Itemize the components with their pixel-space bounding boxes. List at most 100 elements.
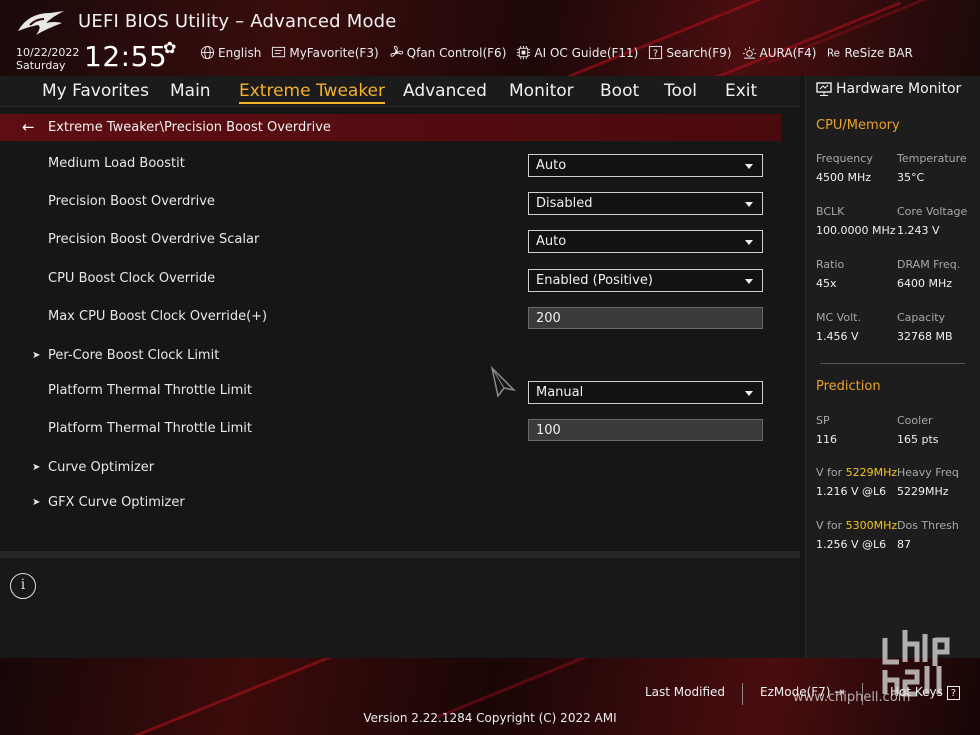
ai-chip-icon — [517, 45, 531, 60]
hm-value: 4500 MHz — [816, 171, 872, 184]
resize-bar-icon: Re — [827, 47, 840, 59]
aura-light-icon — [742, 46, 756, 59]
ai-oc-label: AI OC Guide(F11) — [534, 45, 639, 60]
clock: 12:55 — [84, 40, 168, 73]
qfan-control-button[interactable]: Qfan Control(F6) — [389, 45, 507, 60]
dropdown-arrow-icon — [745, 164, 753, 169]
setting-label: Platform Thermal Throttle Limit — [48, 421, 252, 436]
dropdown-value: Auto — [536, 234, 567, 249]
divider — [0, 551, 800, 558]
hm-freq-highlight: 5229MHz — [845, 466, 898, 479]
hardware-monitor-title: Hardware Monitor — [816, 81, 961, 97]
hm-label: Frequency — [816, 152, 873, 165]
resize-bar-button[interactable]: Re ReSize BAR — [826, 45, 912, 60]
dropdown-value: Disabled — [536, 196, 593, 211]
submenu-arrow-icon: ➤ — [32, 350, 41, 361]
search-label: Search(F9) — [666, 45, 732, 60]
hm-value: 35°C — [897, 171, 925, 184]
qfan-label: Qfan Control(F6) — [406, 45, 507, 60]
hm-label: MC Volt. — [816, 311, 861, 324]
prediction-heading: Prediction — [816, 379, 881, 394]
setting-label: Precision Boost Overdrive Scalar — [48, 232, 260, 247]
dropdown-arrow-icon — [745, 279, 753, 284]
hm-label: DRAM Freq. — [897, 258, 961, 271]
hm-label: V for 5229MHz — [816, 466, 897, 479]
tab-my-favorites[interactable]: My Favorites — [42, 81, 149, 101]
hm-value: 116 — [816, 433, 837, 446]
aura-button[interactable]: AURA(F4) — [742, 45, 816, 60]
hm-label: Capacity — [897, 311, 946, 324]
platform-thermal-throttle-dropdown[interactable]: Manual — [528, 381, 763, 404]
back-arrow-icon[interactable]: ← — [22, 118, 35, 136]
hm-label: Cooler — [897, 414, 933, 427]
top-bar: UEFI BIOS Utility – Advanced Mode 10/22/… — [0, 0, 980, 76]
setting-label: Medium Load Boostit — [48, 156, 185, 171]
hm-value: 87 — [897, 538, 911, 551]
app-title: UEFI BIOS Utility – Advanced Mode — [78, 11, 397, 32]
toolbar: English MyFavorite(F3) Qfan Control(F6) … — [200, 45, 923, 60]
hm-value: 1.256 V @L6 — [816, 538, 887, 551]
date-display: 10/22/2022 Saturday — [16, 46, 79, 72]
setting-label: CPU Boost Clock Override — [48, 271, 216, 286]
chiphell-watermark-logo — [882, 630, 950, 697]
cpu-boost-clock-override-dropdown[interactable]: Enabled (Positive) — [528, 269, 763, 292]
dropdown-value: Manual — [536, 385, 584, 400]
watermark-text: www.chiphell.com — [793, 690, 911, 705]
ai-oc-guide-button[interactable]: AI OC Guide(F11) — [516, 45, 638, 60]
rog-logo-icon — [18, 11, 64, 35]
hm-label-prefix: V for — [816, 519, 846, 532]
fan-icon — [390, 45, 403, 57]
hm-value: 1.216 V @L6 — [816, 485, 887, 498]
breadcrumb: ← Extreme Tweaker\Precision Boost Overdr… — [0, 114, 781, 141]
tab-boot[interactable]: Boot — [600, 81, 639, 101]
search-button[interactable]: ? Search(F9) — [648, 45, 732, 60]
last-modified-button[interactable]: Last Modified — [645, 685, 725, 699]
tab-advanced[interactable]: Advanced — [403, 81, 487, 101]
weekday-text: Saturday — [16, 59, 66, 72]
gear-icon[interactable]: ✿ — [163, 38, 176, 57]
language-label: English — [218, 45, 262, 60]
date-text: 10/22/2022 — [16, 46, 80, 59]
mouse-cursor-icon — [490, 366, 516, 398]
per-core-boost-clock-limit-link[interactable]: Per-Core Boost Clock Limit — [48, 348, 219, 363]
hm-value: 6400 MHz — [897, 277, 953, 290]
hm-value: 100.0000 MHz — [816, 224, 896, 237]
favorite-icon — [272, 46, 286, 58]
hm-label: Dos Thresh — [897, 519, 959, 532]
medium-load-boostit-dropdown[interactable]: Auto — [528, 154, 763, 177]
hm-label: Heavy Freq — [897, 466, 959, 479]
pbo-dropdown[interactable]: Disabled — [528, 192, 763, 215]
submenu-arrow-icon: ➤ — [32, 462, 41, 473]
tab-main[interactable]: Main — [170, 81, 211, 101]
hm-label: Ratio — [816, 258, 845, 271]
tab-exit[interactable]: Exit — [725, 81, 757, 101]
hm-label: Temperature — [897, 152, 967, 165]
hm-value: 1.243 V — [897, 224, 940, 237]
tab-monitor[interactable]: Monitor — [509, 81, 574, 101]
footer-separator — [742, 683, 743, 705]
dropdown-arrow-icon — [745, 240, 753, 245]
platform-thermal-throttle-input[interactable]: 100 — [528, 419, 763, 441]
pbo-scalar-dropdown[interactable]: Auto — [528, 230, 763, 253]
gfx-curve-optimizer-link[interactable]: GFX Curve Optimizer — [48, 495, 185, 510]
setting-label: Platform Thermal Throttle Limit — [48, 383, 252, 398]
curve-optimizer-link[interactable]: Curve Optimizer — [48, 460, 154, 475]
resize-bar-label: ReSize BAR — [844, 45, 913, 60]
submenu-arrow-icon: ➤ — [32, 497, 41, 508]
dropdown-value: Enabled (Positive) — [536, 273, 653, 288]
language-button[interactable]: English — [200, 45, 261, 60]
hm-value: 165 pts — [897, 433, 939, 446]
search-icon: ? — [649, 45, 663, 59]
hm-separator — [820, 363, 965, 364]
hm-label-prefix: V for — [816, 466, 846, 479]
max-cpu-boost-clock-input[interactable]: 200 — [528, 307, 763, 329]
myfavorite-button[interactable]: MyFavorite(F3) — [271, 45, 379, 60]
tab-tool[interactable]: Tool — [664, 81, 697, 101]
info-icon: i — [10, 573, 36, 599]
dropdown-value: Auto — [536, 158, 567, 173]
hm-freq-highlight: 5300MHz — [845, 519, 898, 532]
hm-value: 32768 MB — [897, 330, 953, 343]
tab-extreme-tweaker[interactable]: Extreme Tweaker — [239, 81, 386, 104]
dropdown-arrow-icon — [745, 202, 753, 207]
hm-value: 5229MHz — [897, 485, 949, 498]
